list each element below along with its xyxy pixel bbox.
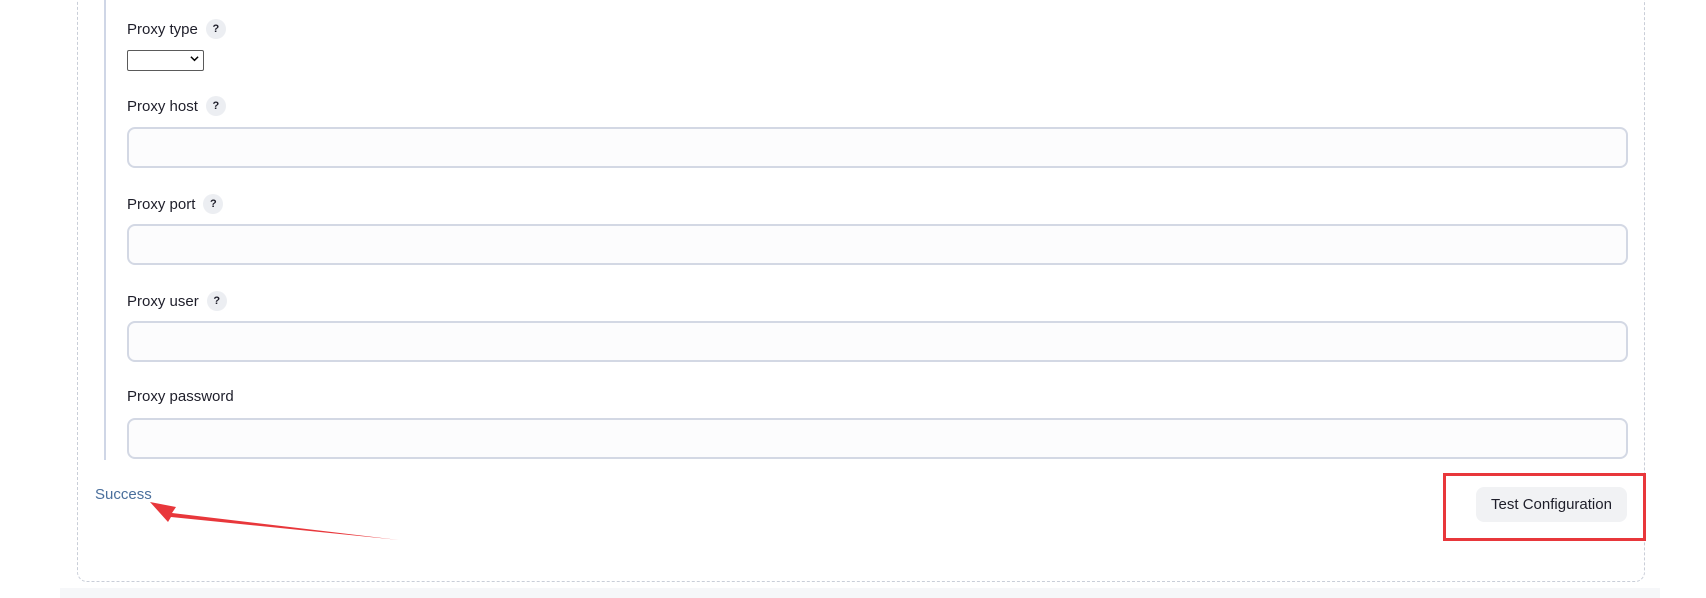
proxy-password-label: Proxy password (127, 388, 234, 405)
proxy-host-label-row: Proxy host ? (127, 96, 226, 116)
proxy-type-select[interactable] (127, 50, 204, 71)
proxy-port-label-row: Proxy port ? (127, 194, 224, 214)
annotation-highlight-box (1443, 473, 1646, 541)
proxy-user-input[interactable] (127, 321, 1628, 362)
arrow-shape (150, 502, 399, 540)
proxy-host-input[interactable] (127, 127, 1628, 168)
panel-footer-shade (60, 588, 1660, 598)
proxy-type-label-row: Proxy type ? (127, 19, 226, 39)
annotation-arrow-icon (150, 502, 399, 540)
section-indent-rule (104, 0, 106, 460)
proxy-type-label: Proxy type (127, 20, 198, 38)
proxy-configuration-page: Proxy type ? Proxy host ? Proxy port ? P… (0, 0, 1706, 598)
proxy-user-label: Proxy user (127, 292, 199, 310)
proxy-port-label: Proxy port (127, 195, 196, 213)
proxy-host-label: Proxy host (127, 97, 198, 115)
proxy-port-input[interactable] (127, 224, 1628, 265)
proxy-user-help-icon[interactable]: ? (206, 291, 227, 311)
proxy-type-help-icon[interactable]: ? (205, 19, 226, 39)
proxy-port-help-icon[interactable]: ? (203, 194, 224, 214)
chevron-down-icon (190, 56, 199, 62)
proxy-user-label-row: Proxy user ? (127, 291, 227, 311)
proxy-password-label-row: Proxy password (127, 388, 234, 405)
validation-status-message[interactable]: Success (95, 486, 152, 503)
proxy-password-input[interactable] (127, 418, 1628, 459)
proxy-host-help-icon[interactable]: ? (205, 96, 226, 116)
